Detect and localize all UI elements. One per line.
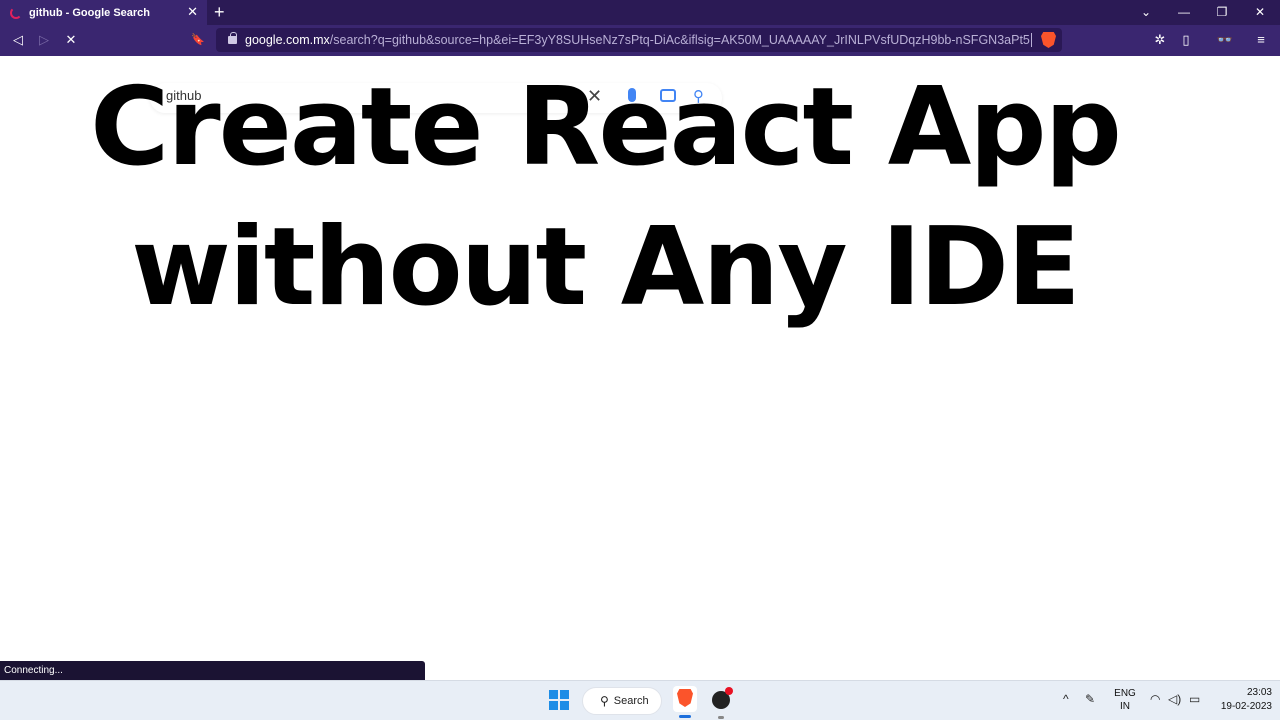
tab-github-search[interactable]: github - Google Search ✕ [0, 0, 207, 25]
language-code: ENG [1114, 688, 1136, 699]
loading-spinner-icon [10, 6, 22, 19]
language-indicator[interactable]: ENG IN [1112, 687, 1138, 713]
tab-close-icon[interactable]: ✕ [187, 5, 198, 18]
show-hidden-icons-chevron[interactable]: ^ [1063, 692, 1069, 706]
tab-title: github - Google Search [29, 6, 151, 19]
url-path: /search?q=github&source=hp&ei=EF3yY8SUHs… [329, 33, 1030, 47]
new-tab-button[interactable]: + [214, 2, 225, 22]
start-icon-pane [549, 701, 558, 710]
running-app-indicator [718, 716, 724, 719]
brave-icon [677, 689, 693, 707]
url-host: google.com.mx [245, 33, 330, 47]
clock-time: 23:03 [1246, 687, 1272, 698]
back-button[interactable]: ◁ [10, 32, 26, 48]
tab-search-chevron-icon[interactable]: ⌄ [1136, 3, 1156, 21]
sidebar-icon[interactable]: ▯ [1178, 32, 1194, 48]
close-window-button[interactable]: ✕ [1250, 3, 1270, 21]
page-content: github ✕ ⚲ Create React App without Any … [0, 56, 1280, 680]
lock-icon[interactable] [228, 32, 237, 44]
start-icon-pane [549, 690, 558, 699]
volume-icon[interactable]: ◁) [1168, 692, 1181, 706]
stop-loading-button[interactable]: ✕ [63, 32, 79, 48]
bookmark-icon[interactable]: 🔖 [190, 32, 206, 48]
active-app-indicator [679, 715, 691, 718]
status-bubble: Connecting... [0, 661, 425, 680]
restore-button[interactable]: ❐ [1212, 3, 1232, 21]
clock-date: 19-02-2023 [1220, 701, 1272, 712]
taskbar-brave-app[interactable] [673, 686, 697, 718]
brave-shields-icon[interactable] [1041, 32, 1056, 48]
region-code: IN [1120, 701, 1130, 712]
battery-icon[interactable]: ▭ [1189, 692, 1200, 706]
wallet-glasses-icon[interactable]: 👓 [1215, 32, 1235, 48]
taskbar-search-icon: ⚲ [600, 694, 609, 708]
wifi-icon[interactable]: ◠ [1150, 692, 1160, 706]
forward-button[interactable]: ▷ [36, 32, 52, 48]
start-icon-pane [560, 701, 569, 710]
screen: github - Google Search ✕ + ⌄ — ❐ ✕ ◁ ▷ ✕… [0, 0, 1280, 720]
windows-taskbar: ⚲ Search ^ ✎ ENG IN ◠ ◁) ▭ 23:03 19-02-2… [0, 680, 1280, 720]
windows-start-icon[interactable] [549, 690, 569, 710]
recording-badge-icon [725, 687, 733, 695]
headline-line-2: without Any IDE [131, 205, 1081, 330]
extensions-icon[interactable]: ✲ [1152, 32, 1168, 48]
browser-toolbar: ◁ ▷ ✕ 🔖 google.com.mx /search?q=github&s… [0, 25, 1280, 56]
taskbar-obs-app[interactable] [712, 687, 733, 719]
clock[interactable]: 23:03 19-02-2023 [1210, 686, 1272, 714]
tab-strip: github - Google Search ✕ + ⌄ — ❐ ✕ [0, 0, 1280, 25]
taskbar-search-button[interactable]: ⚲ Search [582, 687, 662, 715]
omnibox-divider [1031, 33, 1032, 47]
headline-line-1: Create React App [90, 65, 1122, 190]
start-icon-pane [560, 690, 569, 699]
address-bar[interactable]: google.com.mx /search?q=github&source=hp… [216, 28, 1062, 52]
taskbar-search-label: Search [613, 695, 649, 707]
minimize-button[interactable]: — [1174, 3, 1194, 21]
menu-icon[interactable]: ≡ [1253, 32, 1269, 48]
pen-touch-icon[interactable]: ✎ [1085, 692, 1095, 706]
